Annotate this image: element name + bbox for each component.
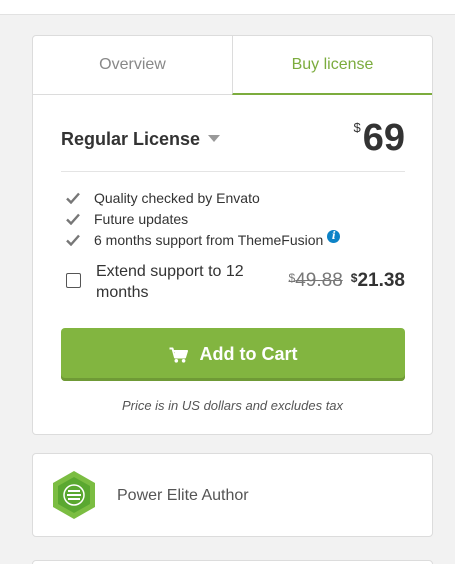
next-card — [32, 560, 433, 564]
check-icon — [66, 234, 80, 246]
check-icon — [66, 213, 80, 225]
info-icon[interactable]: i — [327, 230, 341, 243]
feature-text: Quality checked by Envato — [94, 189, 260, 206]
new-price-currency: $ — [350, 271, 358, 285]
author-level-label: Power Elite Author — [117, 487, 249, 504]
feature-text: 6 months support from ThemeFusion — [94, 231, 324, 248]
power-elite-badge-icon — [53, 471, 95, 519]
buy-license-card: Overview Buy license Regular License $69… — [32, 35, 433, 435]
feature-list: Quality checked by Envato Future updates… — [66, 187, 341, 250]
top-strip — [0, 0, 455, 15]
price-amount: 69 — [362, 117, 405, 159]
extend-support-prices: $49.88 $21.38 — [289, 270, 405, 292]
new-price: $21.38 — [351, 270, 405, 291]
extend-support-checkbox[interactable] — [66, 273, 81, 288]
add-to-cart-button[interactable]: Add to Cart — [61, 328, 405, 381]
add-to-cart-label: Add to Cart — [199, 344, 298, 364]
license-tabs: Overview Buy license — [33, 36, 432, 95]
extend-support-label: Extend support to 12 months — [96, 263, 244, 301]
price-currency: $ — [353, 120, 361, 135]
license-row: Regular License $69 — [61, 116, 405, 172]
check-icon — [66, 192, 80, 204]
old-price-currency: $ — [288, 271, 296, 285]
author-badge-card: Power Elite Author — [32, 453, 433, 537]
feature-item: 6 months support from ThemeFusion i — [66, 229, 341, 250]
old-price: $49.88 — [289, 270, 343, 291]
feature-item: Future updates — [66, 208, 340, 229]
license-type-label: Regular License — [61, 129, 201, 149]
cart-icon — [169, 347, 188, 363]
extend-support-row: Extend support to 12 months $49.88 $21.38 — [66, 261, 405, 303]
caret-down-icon — [208, 135, 221, 142]
old-price-value: 49.88 — [295, 270, 343, 291]
tab-buy-license[interactable]: Buy license — [232, 36, 432, 95]
license-type-dropdown[interactable]: Regular License — [61, 129, 221, 150]
license-price: $69 — [353, 118, 405, 158]
new-price-value: 21.38 — [357, 270, 405, 291]
tab-overview[interactable]: Overview — [33, 36, 232, 94]
feature-text: Future updates — [94, 210, 189, 227]
price-note: Price is in US dollars and excludes tax — [121, 398, 344, 413]
feature-item: Quality checked by Envato — [66, 187, 340, 208]
